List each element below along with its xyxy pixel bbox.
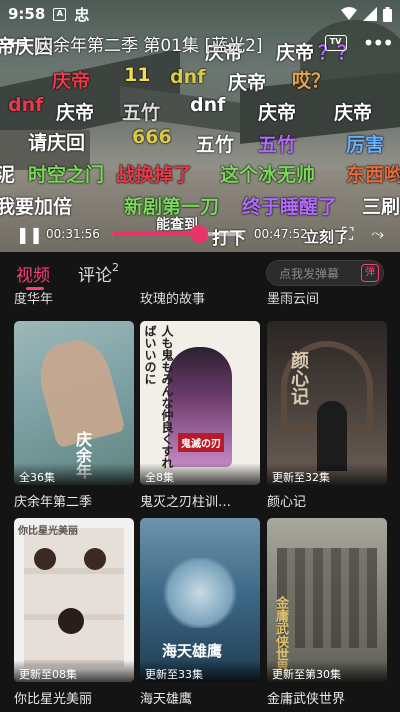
card-title[interactable]: 你比星光美丽 bbox=[14, 688, 138, 707]
danmaku-comment: 这个冰无帅 bbox=[220, 164, 316, 186]
progress-bar[interactable] bbox=[111, 225, 242, 243]
poster-art-title: 颜心记 bbox=[288, 351, 309, 405]
danmaku-comment: 时空之门 bbox=[28, 164, 105, 186]
card-title[interactable]: 金庸武侠世界 bbox=[267, 688, 391, 707]
back-arrow-icon[interactable]: ← bbox=[8, 31, 36, 56]
wifi-icon bbox=[341, 7, 357, 20]
tv-cast-icon[interactable]: TV bbox=[324, 35, 347, 51]
card-title[interactable]: 颜心记 bbox=[267, 491, 391, 510]
status-icons bbox=[341, 6, 392, 22]
danmaku-comment: 泥 bbox=[0, 164, 16, 186]
danmaku-toggle-icon[interactable]: 弹 bbox=[361, 264, 379, 282]
danmaku-comment: 哎？ bbox=[292, 70, 331, 92]
episode-badge: 更新至32集 bbox=[267, 463, 387, 485]
danmaku-comment: 五竹 bbox=[122, 102, 161, 124]
poster-face-art bbox=[58, 608, 84, 634]
comment-count: 2 bbox=[112, 260, 119, 274]
poster-art-title: 你比星光美丽 bbox=[18, 526, 78, 537]
episode-badge: 更新至08集 bbox=[14, 660, 134, 682]
danmaku-placeholder: 点我发弹幕 bbox=[279, 266, 340, 281]
player-controls: ❚❚ 00:31:56 00:47:52 ⛶ ⤳ bbox=[0, 218, 400, 250]
danmaku-comment: 请庆回 bbox=[28, 132, 86, 154]
poster-art-title: 人も鬼もみんな仲良くすればいいのに bbox=[143, 325, 174, 469]
danmaku-input[interactable]: 点我发弹幕 弹 bbox=[266, 260, 384, 286]
video-title: 庆余年第二季 第01集 [蓝光2] bbox=[36, 35, 263, 56]
tab-videos[interactable]: 视频 bbox=[16, 261, 50, 290]
player-right-controls: ⛶ ⤳ bbox=[342, 224, 384, 244]
poster-art-logo: 鬼滅の刃 bbox=[178, 433, 224, 452]
signal-icon bbox=[363, 7, 377, 21]
tab-label: 视频 bbox=[16, 265, 50, 286]
poster[interactable]: 金庸武侠世界 更新至第30集 bbox=[267, 518, 387, 682]
poster[interactable]: 你比星光美丽 更新至08集 bbox=[14, 518, 134, 682]
episode-badge: 全8集 bbox=[140, 463, 260, 485]
danmaku-comment: 东西哟 bbox=[346, 164, 400, 186]
video-card[interactable]: 你比星光美丽 更新至08集 你比星光美丽 bbox=[14, 518, 134, 707]
danmaku-comment: 庆帝 bbox=[258, 102, 297, 124]
status-time: 9:58 bbox=[8, 5, 46, 23]
tab-comments[interactable]: 评论2 bbox=[78, 261, 119, 286]
danmaku-comment: dnf bbox=[190, 94, 226, 116]
danmaku-comment: dnf bbox=[170, 66, 206, 88]
card-title[interactable]: 玫瑰的故事 bbox=[140, 288, 205, 307]
danmaku-comment: 五竹 bbox=[258, 134, 297, 156]
danmaku-comment: 厉害 bbox=[346, 134, 385, 156]
episode-badge: 更新至第30集 bbox=[267, 660, 387, 682]
poster[interactable]: 海天雄鹰 更新至33集 bbox=[140, 518, 260, 682]
previous-row: 度华年 玫瑰的故事 墨雨云间 bbox=[0, 288, 400, 310]
poster-art-title: 海天雄鹰 bbox=[162, 642, 223, 660]
danmaku-comment: 战换掉了 bbox=[116, 164, 193, 186]
danmaku-comment: 庆帝 bbox=[52, 70, 91, 92]
pause-icon[interactable]: ❚❚ bbox=[16, 225, 46, 244]
poster[interactable]: 人も鬼もみんな仲良くすればいいのに 鬼滅の刃 全8集 bbox=[140, 321, 260, 485]
episode-badge: 全36集 bbox=[14, 463, 134, 485]
danmaku-comment: 我要加倍 bbox=[0, 196, 73, 218]
progress-knob[interactable] bbox=[190, 225, 208, 243]
current-time: 00:31:56 bbox=[46, 227, 100, 241]
card-title[interactable]: 鬼灭之刃柱训… bbox=[140, 491, 264, 510]
battery-icon bbox=[383, 6, 392, 22]
video-card[interactable]: 颜心记 更新至32集 颜心记 bbox=[267, 321, 387, 510]
note-icon: A bbox=[53, 7, 67, 21]
danmaku-comment: 终于睡醒了 bbox=[242, 196, 338, 218]
next-icon[interactable]: ⤳ bbox=[371, 224, 384, 244]
poster-wave-art bbox=[160, 558, 240, 628]
danmaku-comment: 庆帝 bbox=[228, 72, 267, 94]
poster[interactable]: 庆余年 全36集 bbox=[14, 321, 134, 485]
poster-figure-art bbox=[317, 401, 347, 471]
video-card[interactable]: 人も鬼もみんな仲良くすればいいのに 鬼滅の刃 全8集 鬼灭之刃柱训… bbox=[140, 321, 260, 510]
fullscreen-icon[interactable]: ⛶ bbox=[342, 224, 353, 244]
danmaku-comment: 五竹 bbox=[196, 134, 235, 156]
danmaku-comment: 三刷 bbox=[362, 196, 400, 218]
poster-face-art bbox=[84, 548, 106, 570]
progress-fill bbox=[111, 232, 199, 236]
tab-label: 评论 bbox=[78, 265, 112, 286]
status-bar: 9:58 A 忠 bbox=[0, 0, 400, 28]
total-time: 00:47:52 bbox=[253, 227, 308, 241]
episode-badge: 更新至33集 bbox=[140, 660, 260, 682]
video-top-bar: ← 庆余年第二季 第01集 [蓝光2] TV ••• bbox=[0, 28, 400, 58]
danmaku-comment: 庆帝 bbox=[334, 102, 373, 124]
card-title[interactable]: 庆余年第二季 bbox=[14, 491, 138, 510]
danmaku-comment: 666 bbox=[132, 126, 172, 148]
card-title[interactable]: 墨雨云间 bbox=[267, 288, 319, 307]
card-title[interactable]: 海天雄鹰 bbox=[140, 688, 264, 707]
poster[interactable]: 颜心记 更新至32集 bbox=[267, 321, 387, 485]
danmaku-comment: 11 bbox=[124, 64, 151, 86]
more-icon[interactable]: ••• bbox=[363, 31, 394, 55]
danmaku-comment: 庆帝 bbox=[56, 102, 95, 124]
video-card[interactable]: 庆余年 全36集 庆余年第二季 bbox=[14, 321, 134, 510]
danmaku-comment: dnf bbox=[8, 94, 44, 116]
app-icon: 忠 bbox=[74, 5, 90, 24]
video-card[interactable]: 海天雄鹰 更新至33集 海天雄鹰 bbox=[140, 518, 260, 707]
video-card[interactable]: 金庸武侠世界 更新至第30集 金庸武侠世界 bbox=[267, 518, 387, 707]
card-title[interactable]: 度华年 bbox=[14, 288, 53, 307]
poster-cast-art bbox=[277, 548, 377, 648]
poster-face-art bbox=[34, 548, 56, 570]
